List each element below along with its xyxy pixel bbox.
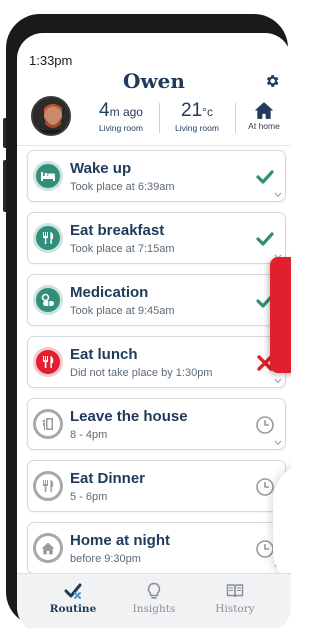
last-motion-value: 4 [99,100,110,121]
routine-card-wake-up[interactable]: Wake up Took place at 6:39am [27,150,286,202]
bottom-nav: Routine Insights History [17,573,291,628]
routine-title: Leave the house [70,408,188,425]
tab-label: Routine [49,603,97,615]
routine-card-eat-lunch[interactable]: Eat lunch Did not take place by 1:30pm [27,336,286,388]
book-icon [226,584,244,598]
phone-body: 1:33pm Owen 4m ago Living room 21°c Livi… [6,14,291,628]
cutlery-icon [33,471,63,501]
clock-icon [256,416,274,434]
clock-icon [256,540,274,558]
home-icon [33,533,63,563]
temperature-label: Living room [175,123,219,133]
chevron-down-icon[interactable] [274,378,282,384]
clock-icon [256,478,274,496]
tab-insights[interactable]: Insights [114,582,194,615]
routine-title: Eat breakfast [70,222,165,239]
temperature-stat: 21°c Living room [165,100,229,134]
routine-card-leave-the-house[interactable]: Leave the house 8 - 4pm [27,398,286,450]
avatar[interactable] [31,96,71,136]
lightbulb-icon [147,582,161,599]
app-screen: 1:33pm Owen 4m ago Living room 21°c Livi… [17,33,291,628]
routine-check-icon [64,583,82,599]
divider [235,103,236,133]
chevron-down-icon[interactable] [274,440,282,446]
routine-title: Eat Dinner [70,470,146,487]
last-motion-unit: m ago [109,105,143,119]
presence-stat: At home [239,101,289,131]
last-motion-stat: 4m ago Living room [87,100,155,134]
device-frame: 1:33pm Owen 4m ago Living room 21°c Livi… [0,0,291,628]
divider [159,103,160,133]
routine-title: Home at night [70,532,170,549]
exit-door-icon [33,409,63,439]
tab-label: Insights [132,603,176,615]
status-time: 1:33pm [29,53,73,68]
routine-subtitle: Took place at 6:39am [70,181,175,193]
cutlery-icon [33,223,63,253]
tab-routine[interactable]: Routine [33,582,113,615]
bed-icon [33,161,63,191]
checkmark-icon [256,232,274,246]
routine-subtitle: 5 - 6pm [70,491,108,503]
tab-history[interactable]: History [195,582,275,615]
header-divider [17,145,291,146]
presence-label: At home [248,121,280,131]
temperature-unit: °c [202,105,213,119]
gear-icon[interactable] [264,73,280,89]
alert-side-panel[interactable] [270,257,291,373]
checkmark-icon [256,170,274,184]
routine-title: Eat lunch [70,346,138,363]
cutlery-icon [33,347,63,377]
routine-card-eat-breakfast[interactable]: Eat breakfast Took place at 7:15am [27,212,286,264]
routine-subtitle: Took place at 7:15am [70,243,175,255]
routine-card-eat-dinner[interactable]: Eat Dinner 5 - 6pm [27,460,286,512]
routine-subtitle: before 9:30pm [70,553,141,565]
routine-title: Wake up [70,160,132,177]
medication-icon [33,285,63,315]
temperature-value: 21 [181,100,203,121]
last-motion-label: Living room [99,123,143,133]
home-icon [254,102,274,119]
routine-card-medication[interactable]: Medication Took place at 9:45am [27,274,286,326]
chevron-down-icon[interactable] [274,192,282,198]
routine-title: Medication [70,284,149,301]
routine-card-home-at-night[interactable]: Home at night before 9:30pm [27,522,286,574]
user-name-title: Owen [123,69,185,93]
routine-subtitle: 8 - 4pm [70,429,108,441]
routine-subtitle: Did not take place by 1:30pm [70,367,213,379]
routine-subtitle: Took place at 9:45am [70,305,175,317]
tab-label: History [215,603,255,615]
